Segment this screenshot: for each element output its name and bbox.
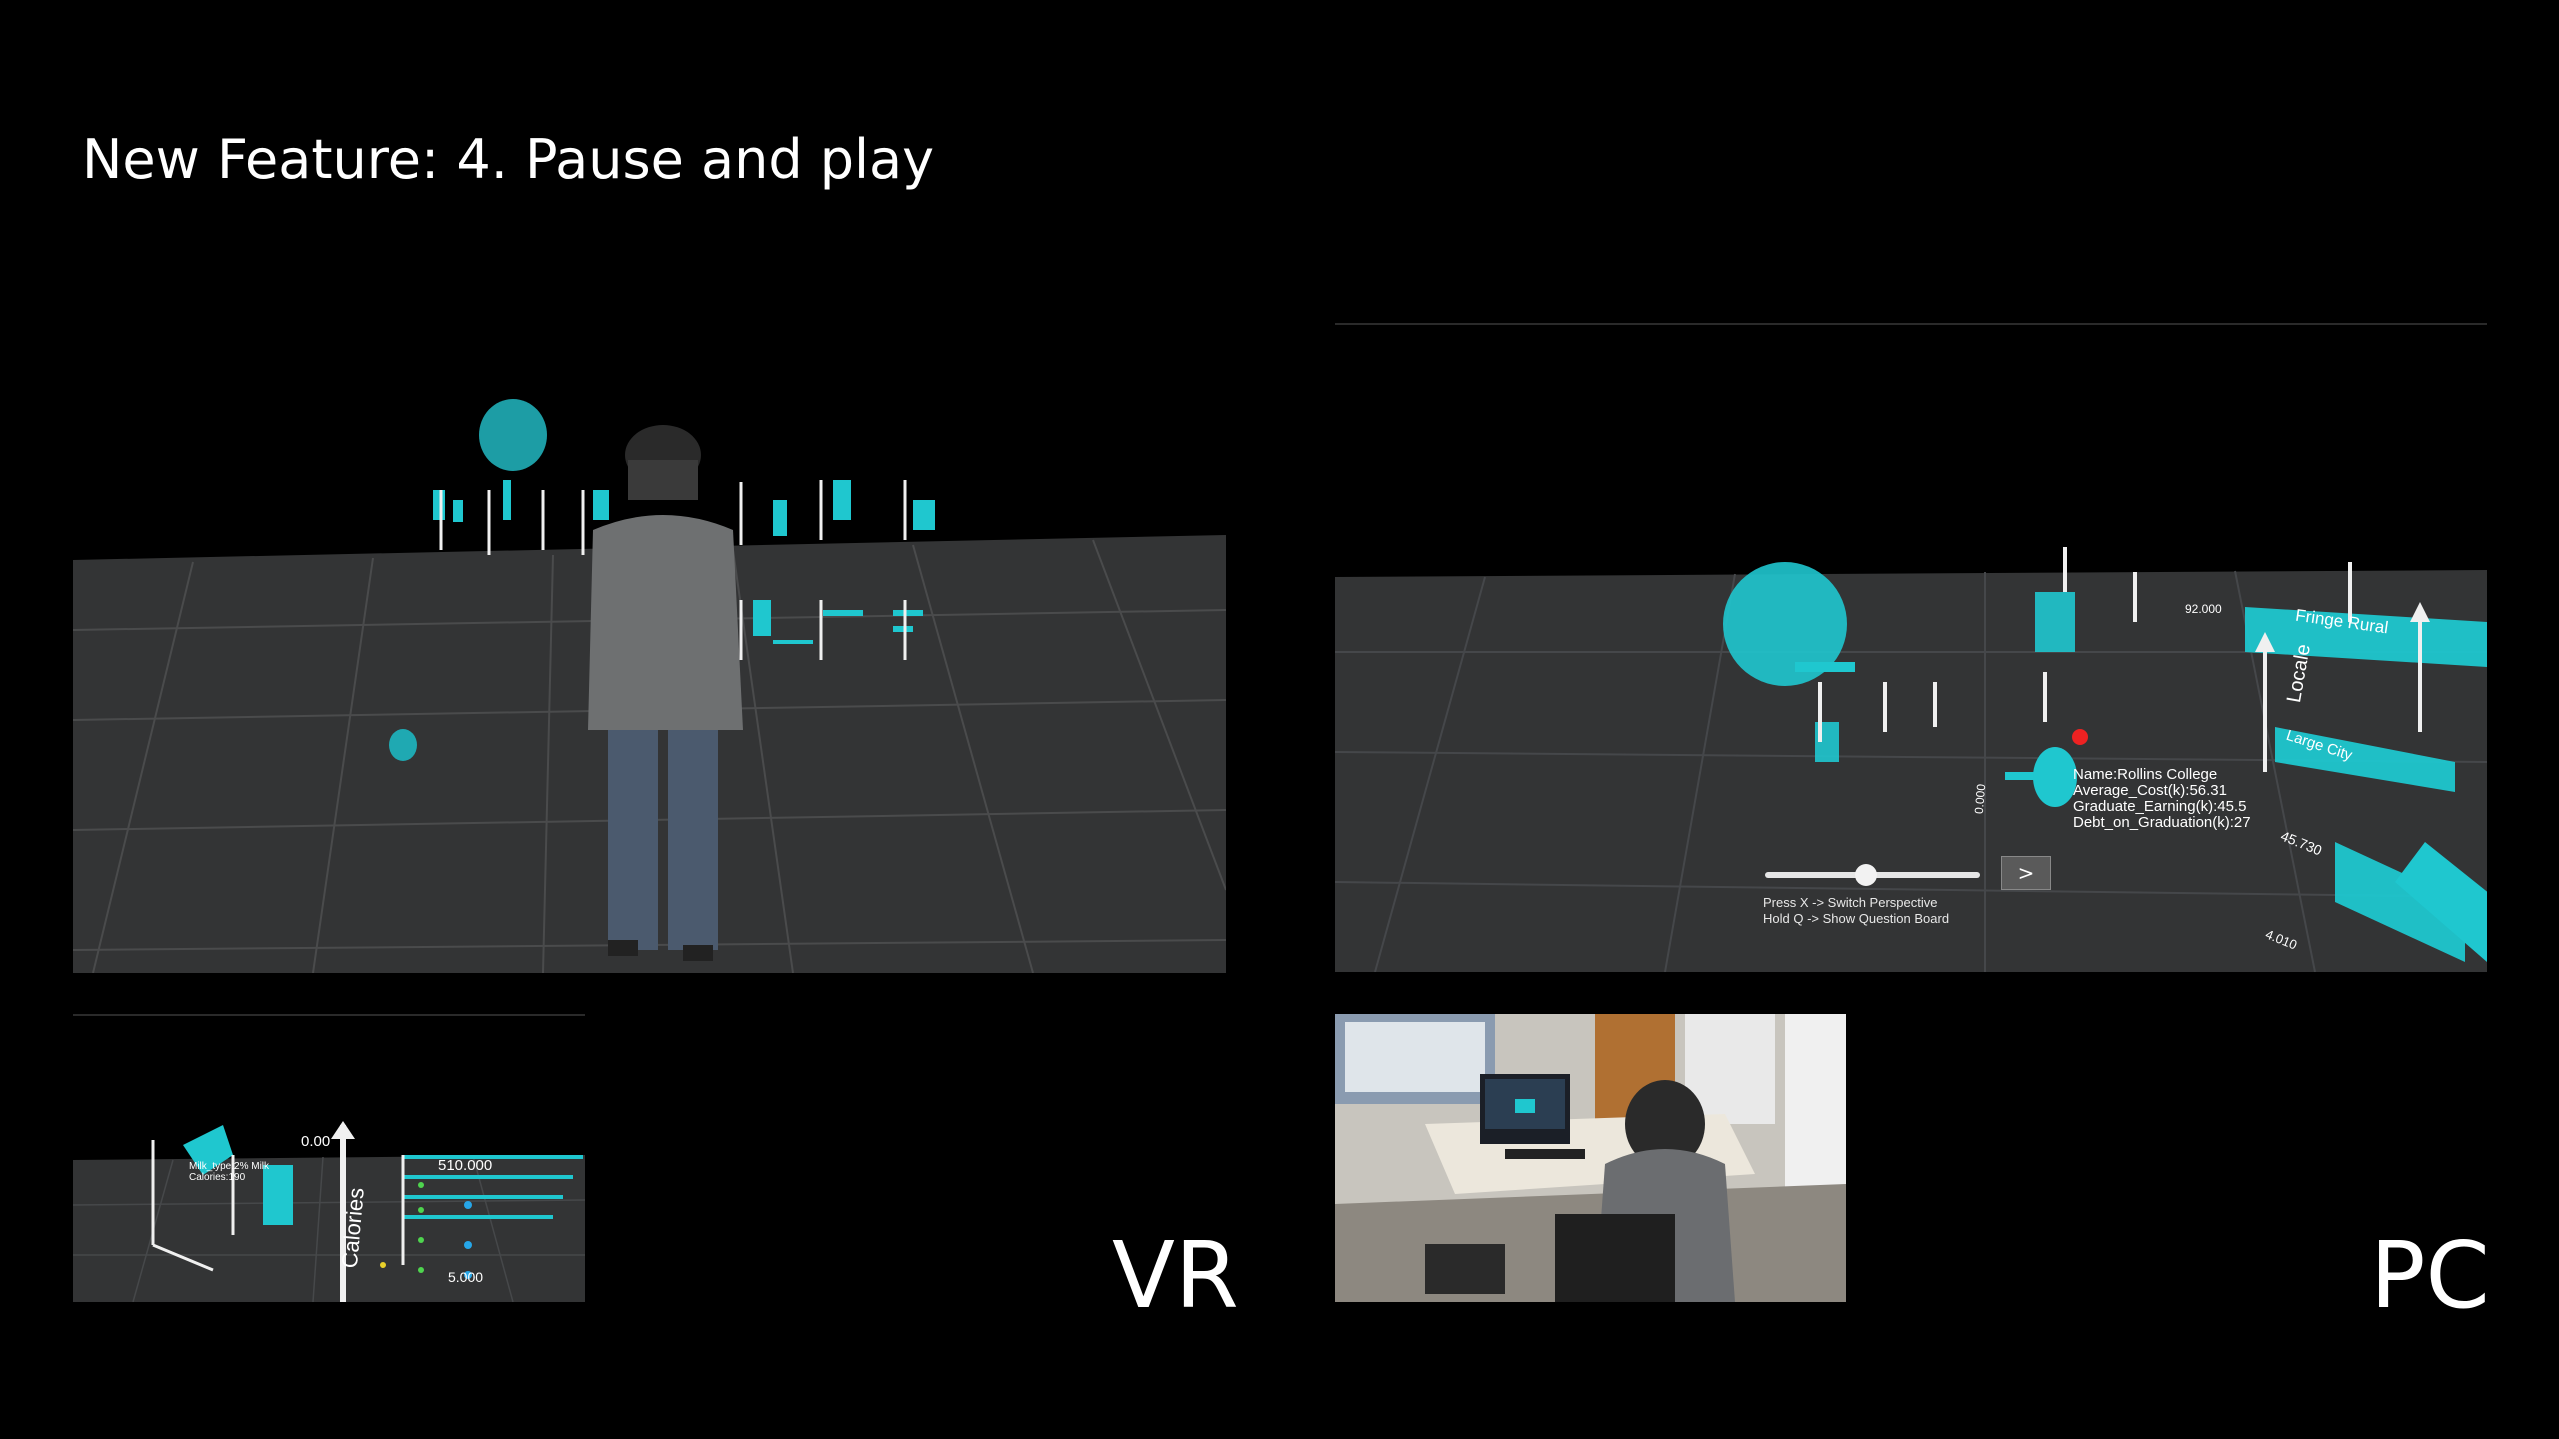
inset-value-0: 0.00 <box>301 1133 331 1150</box>
inset-value-5: 5.000 <box>448 1269 484 1285</box>
tooltip-debt: Debt_on_Graduation(k):27 <box>2073 814 2251 831</box>
divider-pc-top <box>1335 323 2487 325</box>
pc-label: PC <box>2370 1222 2490 1329</box>
controls-hint-line-2: Hold Q -> Show Question Board <box>1763 911 1950 926</box>
inset-tooltip-cal: Calories:190 <box>189 1172 246 1183</box>
page-title: New Feature: 4. Pause and play <box>82 128 935 191</box>
play-button[interactable]: > <box>2001 856 2051 890</box>
divider-vr-inset <box>73 1014 585 1016</box>
tooltip-earning: Graduate_Earning(k):45.5 <box>2073 798 2247 815</box>
pc-webcam-view <box>1335 1014 1846 1302</box>
vr-scene <box>73 399 1226 973</box>
vr-inset-view[interactable]: 0.00 510.000 5.000 Calories Milk_type:2%… <box>73 1115 585 1302</box>
timeline-slider-thumb[interactable] <box>1855 864 1878 886</box>
vr-view[interactable] <box>73 330 1226 973</box>
axis-value-92: 92.000 <box>2185 602 2222 616</box>
controls-hint-line-1: Press X -> Switch Perspective <box>1763 895 1938 910</box>
tooltip-cost: Average_Cost(k):56.31 <box>2073 782 2227 799</box>
axis-value-0: 0.000 <box>1971 783 1989 815</box>
data-tooltip: Name:Rollins College Average_Cost(k):56.… <box>2073 767 2251 831</box>
inset-value-510: 510.000 <box>438 1157 493 1174</box>
webcam-scene <box>1335 1014 1846 1302</box>
pc-view[interactable]: Fringe Rural Large City Locale 92.000 45… <box>1335 322 2487 972</box>
vr-label: VR <box>1112 1222 1239 1329</box>
inset-tooltip-milk: Milk_type:2% Milk <box>189 1161 270 1172</box>
tooltip-name: Name:Rollins College <box>2073 766 2218 783</box>
controls-hint: Press X -> Switch Perspective Hold Q -> … <box>1763 895 1949 927</box>
